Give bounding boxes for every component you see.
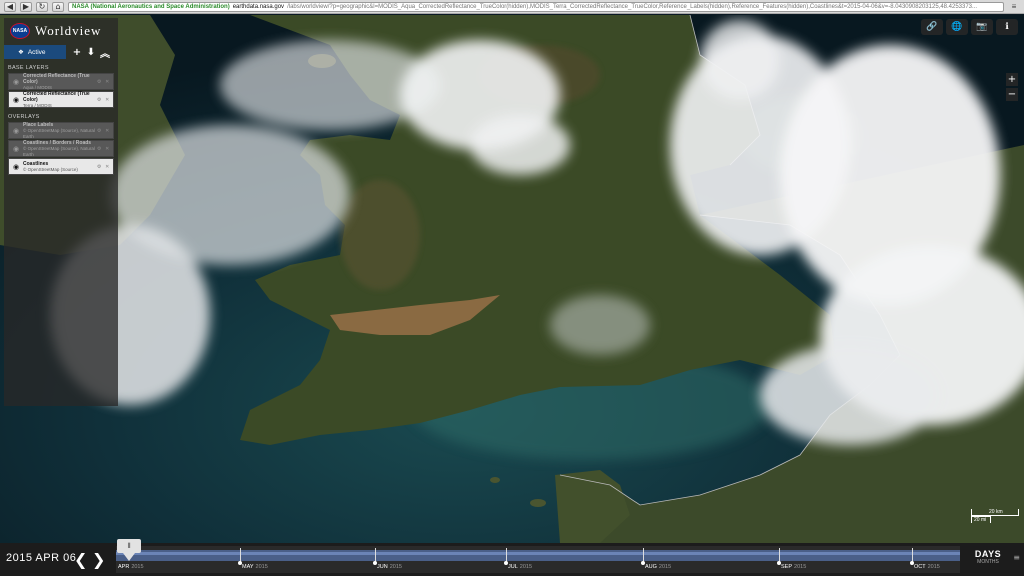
layer-controls[interactable]: ⚙ ✕ bbox=[97, 146, 113, 152]
zoom-level-months: MONTHS bbox=[977, 559, 999, 565]
satellite-map[interactable] bbox=[0, 15, 1024, 543]
layer-controls[interactable]: ⚙ ✕ bbox=[97, 79, 113, 85]
info-icon[interactable]: ℹ bbox=[996, 19, 1018, 35]
next-day-button[interactable]: ❯ bbox=[92, 550, 105, 569]
month-label-oct[interactable]: OCT 2015 bbox=[914, 564, 940, 570]
browser-menu-icon[interactable]: ≡ bbox=[1008, 2, 1020, 11]
month-label-sep[interactable]: SEP 2015 bbox=[781, 564, 806, 570]
scale-mi: 20 mi bbox=[971, 516, 991, 523]
zoom-controls: + − bbox=[1006, 73, 1018, 103]
nasa-logo: NASA bbox=[10, 23, 30, 39]
month-label-aug[interactable]: AUG 2015 bbox=[645, 564, 671, 570]
month-label-may[interactable]: MAY 2015 bbox=[242, 564, 268, 570]
projection-globe-icon[interactable]: 🌐 bbox=[946, 19, 968, 35]
layer-name: Corrected Reflectance (True Color) bbox=[23, 72, 90, 85]
layer-name: Corrected Reflectance (True Color) bbox=[23, 90, 90, 103]
layer-place-labels[interactable]: ◉ Place Labels © OpenStreetMap (Source),… bbox=[8, 122, 114, 139]
collapse-sidebar-button[interactable]: ︽ bbox=[98, 45, 112, 60]
map-toolbar: 🔗 🌐 📷 ℹ bbox=[921, 19, 1018, 35]
browser-toolbar: ◀ ▶ ↻ ⌂ NASA (National Aeronautics and S… bbox=[0, 0, 1024, 14]
url-path: /labs/worldview/?p=geographic&l=MODIS_Aq… bbox=[287, 3, 978, 10]
month-label-jul[interactable]: JUL 2015 bbox=[508, 564, 532, 570]
layer-terra-true-color[interactable]: ◉ Corrected Reflectance (True Color) Ter… bbox=[8, 91, 114, 108]
channel-island bbox=[530, 499, 546, 507]
layer-controls[interactable]: ⚙ ✕ bbox=[97, 128, 113, 134]
visibility-eye-icon[interactable]: ◉ bbox=[9, 127, 23, 135]
url-host: earthdata.nasa.gov bbox=[232, 3, 285, 10]
layer-source: © OpenStreetMap (Source) bbox=[23, 166, 78, 172]
visibility-eye-icon[interactable]: ◉ bbox=[9, 96, 23, 104]
month-label-apr[interactable]: APR 2015 bbox=[118, 564, 144, 570]
visibility-eye-icon[interactable]: ◉ bbox=[9, 145, 23, 153]
previous-day-button[interactable]: ❮ bbox=[74, 550, 87, 569]
zoom-level-days: DAYS bbox=[974, 549, 1002, 559]
home-button[interactable]: ⌂ bbox=[52, 1, 64, 12]
visibility-eye-icon[interactable]: ◉ bbox=[9, 163, 23, 171]
scale-km: 20 km bbox=[971, 509, 1019, 516]
address-bar[interactable]: NASA (National Aeronautics and Space Adm… bbox=[68, 1, 1004, 12]
timeline-menu-icon[interactable]: ≡ bbox=[1013, 553, 1020, 562]
wales-highlands bbox=[340, 180, 420, 290]
layer-source: © OpenStreetMap (Source), Natural Earth bbox=[23, 127, 95, 139]
link-icon[interactable]: 🔗 bbox=[921, 19, 943, 35]
back-button[interactable]: ◀ bbox=[4, 1, 16, 12]
app-header: NASA Worldview bbox=[4, 18, 118, 44]
timeline: 2015 APR 06 ❮ ❯ APR 2015 MAY 2015 JUN 2015 … bbox=[0, 543, 1024, 576]
map-imagery bbox=[0, 15, 1024, 543]
current-date[interactable]: 2015 APR 06 bbox=[6, 552, 76, 564]
download-button[interactable]: ⬇ bbox=[84, 45, 98, 59]
ssl-organization: NASA (National Aeronautics and Space Adm… bbox=[72, 3, 230, 10]
layer-source: © OpenStreetMap (Source), Natural Earth bbox=[23, 145, 95, 157]
month-label-jun[interactable]: JUN 2015 bbox=[377, 564, 402, 570]
timeline-data-band bbox=[116, 550, 960, 561]
overlays-heading: OVERLAYS bbox=[8, 114, 40, 120]
channel-island bbox=[490, 477, 500, 483]
base-layers-heading: BASE LAYERS bbox=[8, 65, 49, 71]
layer-coastlines-borders-roads[interactable]: ◉ Coastlines / Borders / Roads © OpenStr… bbox=[8, 140, 114, 157]
timeline-drag-handle[interactable]: ⦀ bbox=[117, 539, 141, 553]
zoom-in-button[interactable]: + bbox=[1006, 73, 1018, 86]
layers-sidebar: NASA Worldview ❖ Active + ⬇ ︽ BASE LAYER… bbox=[4, 18, 118, 406]
visibility-eye-icon[interactable]: ◉ bbox=[9, 78, 23, 86]
reload-button[interactable]: ↻ bbox=[36, 1, 48, 12]
sidebar-tabs: ❖ Active + ⬇ ︽ bbox=[4, 45, 118, 60]
timeline-zoom-level[interactable]: DAYS MONTHS bbox=[964, 549, 1012, 565]
app-title: Worldview bbox=[35, 23, 102, 38]
layer-name: Coastlines / Borders / Roads bbox=[23, 139, 92, 146]
layer-coastlines[interactable]: ◉ Coastlines © OpenStreetMap (Source) ⚙ … bbox=[8, 158, 114, 175]
zoom-out-button[interactable]: − bbox=[1006, 88, 1018, 101]
layer-source: Terra / MODIS bbox=[23, 102, 52, 108]
forward-button[interactable]: ▶ bbox=[20, 1, 32, 12]
layer-controls[interactable]: ⚙ ✕ bbox=[97, 164, 113, 170]
camera-icon[interactable]: 📷 bbox=[971, 19, 993, 35]
timeline-handle-pointer bbox=[123, 553, 135, 561]
tab-active[interactable]: ❖ Active bbox=[4, 45, 66, 59]
scale-bar: 20 km 20 mi bbox=[971, 509, 1019, 524]
add-layer-button[interactable]: + bbox=[70, 45, 84, 59]
tab-active-label: Active bbox=[27, 48, 46, 56]
layers-icon: ❖ bbox=[18, 49, 24, 56]
layer-aqua-true-color[interactable]: ◉ Corrected Reflectance (True Color) Aqu… bbox=[8, 73, 114, 90]
layer-controls[interactable]: ⚙ ✕ bbox=[97, 97, 113, 103]
timeline-track[interactable]: APR 2015 MAY 2015 JUN 2015 JUL 2015 AUG 2015 … bbox=[116, 546, 960, 573]
